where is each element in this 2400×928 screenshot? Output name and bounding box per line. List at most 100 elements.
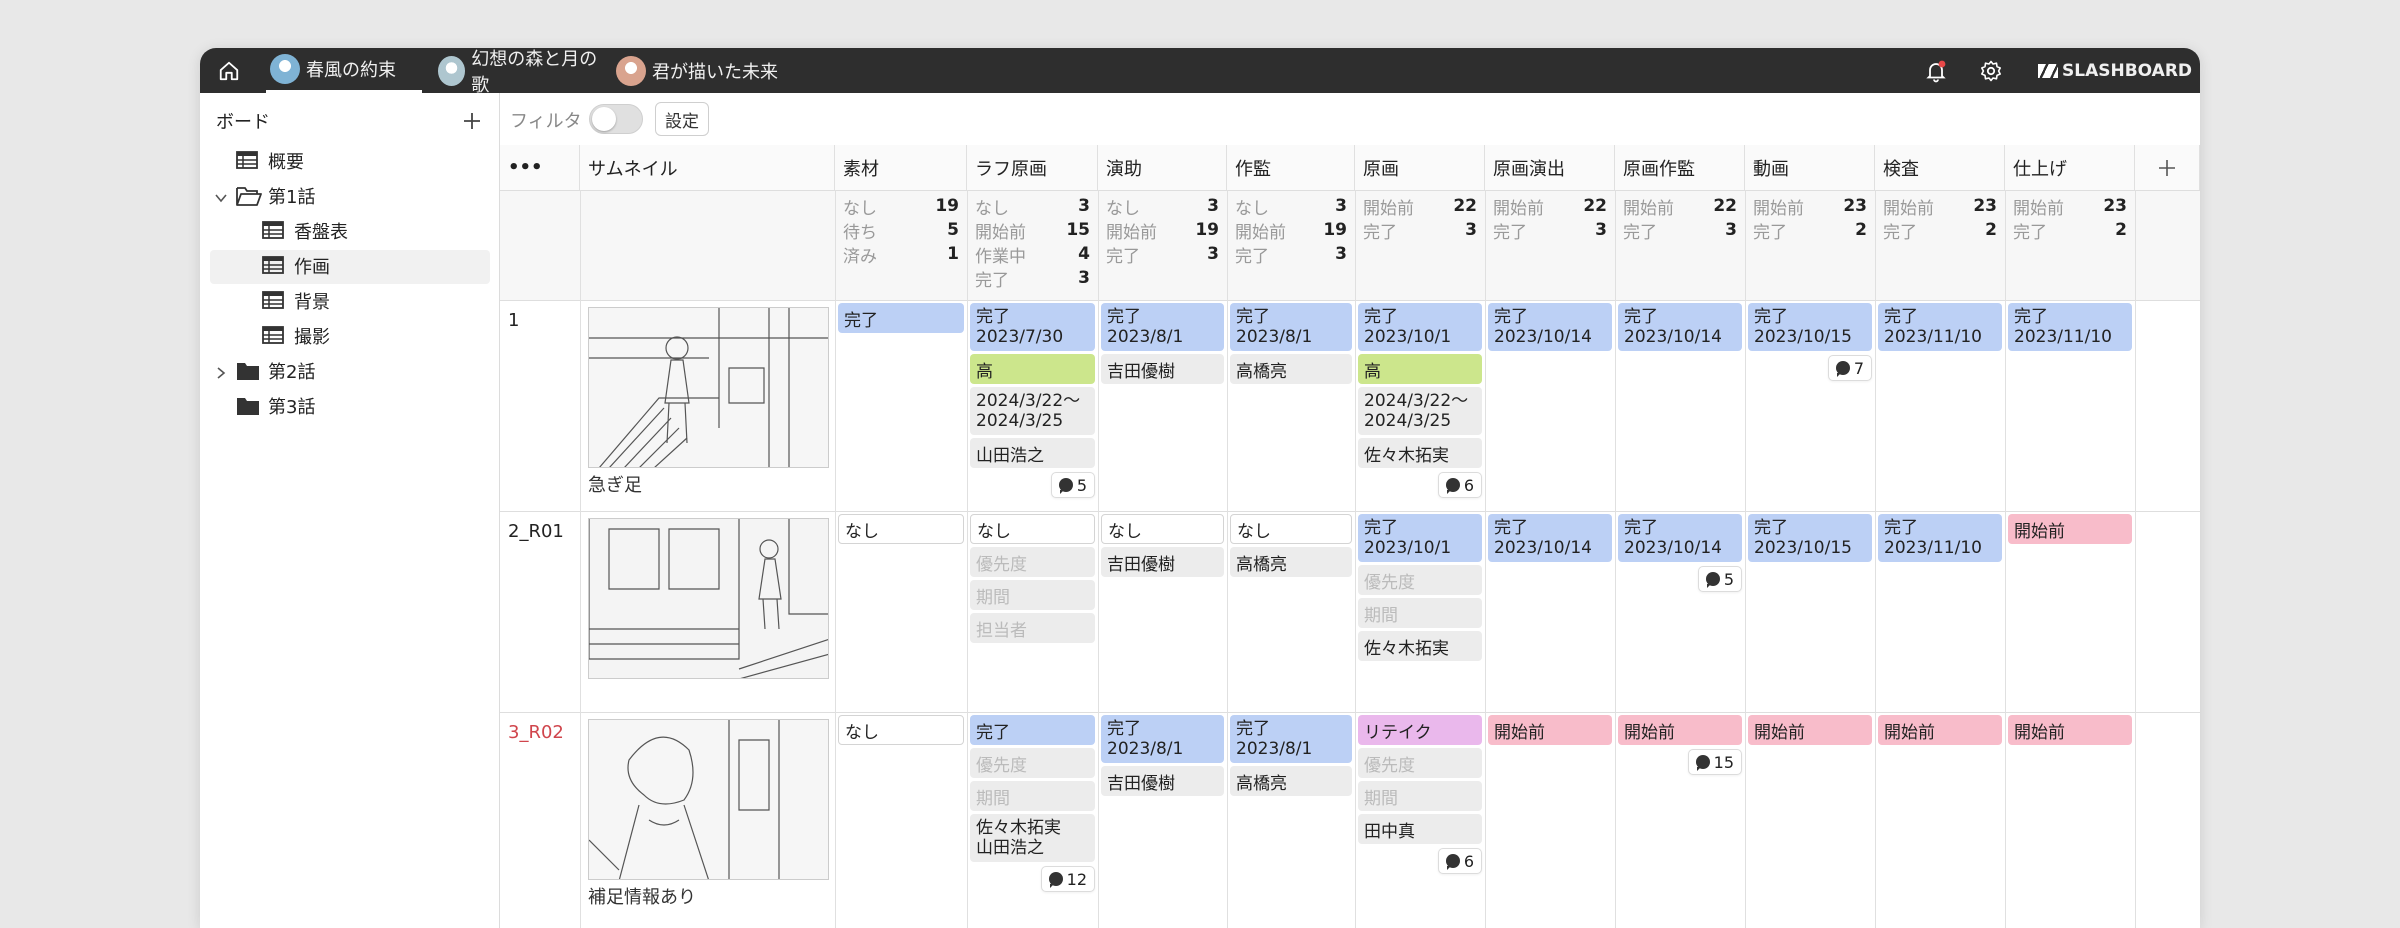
comment-button[interactable]: 12 bbox=[1040, 866, 1095, 892]
filter-toggle[interactable] bbox=[589, 104, 643, 134]
status-chip[interactable]: 完了 2023/10/14 bbox=[1488, 303, 1612, 351]
status-chip[interactable]: 開始前 bbox=[2008, 715, 2132, 745]
placeholder-chip[interactable]: 期間 bbox=[970, 580, 1095, 610]
row-name[interactable]: 2_R01 bbox=[508, 521, 564, 542]
status-chip[interactable]: 開始前 bbox=[1748, 715, 1872, 745]
placeholder-chip[interactable]: 優先度 bbox=[970, 748, 1095, 778]
placeholder-chip[interactable]: 優先度 bbox=[1358, 565, 1482, 595]
status-chip[interactable]: 開始前 bbox=[1618, 715, 1742, 745]
thumbnail-image[interactable] bbox=[588, 307, 829, 468]
comment-button[interactable]: 5 bbox=[1697, 566, 1742, 592]
column-header-10[interactable]: 仕上げ bbox=[2005, 145, 2135, 190]
info-chip[interactable]: 佐々木拓実 bbox=[1358, 438, 1482, 468]
status-chip[interactable]: 完了 2023/10/1 bbox=[1358, 303, 1482, 351]
status-chip[interactable]: 完了 2023/10/14 bbox=[1618, 514, 1742, 562]
status-chip[interactable]: 完了 2023/11/10 bbox=[1878, 514, 2002, 562]
row-name[interactable]: 3_R02 bbox=[508, 722, 564, 743]
info-chip[interactable]: 吉田優樹 bbox=[1101, 766, 1224, 796]
settings-button[interactable]: 設定 bbox=[655, 102, 709, 136]
status-chip[interactable]: リテイク bbox=[1358, 715, 1482, 745]
status-chip[interactable]: なし bbox=[1230, 514, 1352, 544]
status-chip[interactable]: 完了 2023/7/30 bbox=[970, 303, 1095, 351]
placeholder-chip[interactable]: 期間 bbox=[1358, 781, 1482, 811]
info-chip[interactable]: 佐々木拓実 山田浩之 bbox=[970, 814, 1095, 862]
info-chip[interactable]: 田中真 bbox=[1358, 814, 1482, 844]
column-header-2[interactable]: ラフ原画 bbox=[967, 145, 1098, 190]
status-chip[interactable]: 完了 2023/10/14 bbox=[1618, 303, 1742, 351]
status-chip[interactable]: 完了 2023/10/14 bbox=[1488, 514, 1612, 562]
thumbnail-image[interactable] bbox=[588, 719, 829, 880]
info-chip[interactable]: 山田浩之 bbox=[970, 438, 1095, 468]
status-chip[interactable]: なし bbox=[970, 514, 1095, 544]
sidebar-item-8[interactable]: 第3話 bbox=[236, 392, 315, 420]
column-header-1[interactable]: 素材 bbox=[835, 145, 967, 190]
chip-text: 開始前 bbox=[1884, 722, 1935, 743]
sidebar-item-4[interactable]: 作画 bbox=[262, 252, 330, 280]
status-chip[interactable]: なし bbox=[838, 715, 964, 745]
row-name[interactable]: 1 bbox=[508, 310, 519, 331]
more-menu[interactable]: ••• bbox=[500, 145, 580, 190]
status-chip[interactable]: 完了 2023/10/1 bbox=[1358, 514, 1482, 562]
column-header-4[interactable]: 作監 bbox=[1227, 145, 1355, 190]
placeholder-chip[interactable]: 優先度 bbox=[1358, 748, 1482, 778]
sidebar-item-7[interactable]: 第2話 bbox=[217, 357, 315, 385]
priority-chip[interactable]: 高 bbox=[970, 354, 1095, 384]
info-chip[interactable]: 吉田優樹 bbox=[1101, 547, 1224, 577]
comment-count: 7 bbox=[1853, 358, 1864, 378]
info-chip[interactable]: 吉田優樹 bbox=[1101, 354, 1224, 384]
comment-button[interactable]: 5 bbox=[1050, 472, 1095, 498]
placeholder-chip[interactable]: 担当者 bbox=[970, 613, 1095, 643]
info-chip[interactable]: 高橋亮 bbox=[1230, 766, 1352, 796]
chevron-icon[interactable] bbox=[214, 364, 228, 379]
column-header-7[interactable]: 原画作監 bbox=[1615, 145, 1745, 190]
home-icon[interactable] bbox=[214, 48, 244, 93]
column-header-6[interactable]: 原画演出 bbox=[1485, 145, 1615, 190]
status-chip[interactable]: 完了 bbox=[838, 303, 964, 333]
chevron-icon[interactable] bbox=[214, 189, 228, 203]
status-chip[interactable]: 完了 bbox=[970, 715, 1095, 745]
column-header-8[interactable]: 動画 bbox=[1745, 145, 1875, 190]
status-chip[interactable]: 完了 2023/8/1 bbox=[1230, 303, 1352, 351]
status-chip[interactable]: 開始前 bbox=[1488, 715, 1612, 745]
status-chip[interactable]: 完了 2023/8/1 bbox=[1101, 303, 1224, 351]
comment-button[interactable]: 15 bbox=[1687, 749, 1742, 775]
sidebar-item-3[interactable]: 香盤表 bbox=[262, 217, 348, 245]
placeholder-chip[interactable]: 優先度 bbox=[970, 547, 1095, 577]
column-header-5[interactable]: 原画 bbox=[1355, 145, 1485, 190]
priority-chip[interactable]: 高 bbox=[1358, 354, 1482, 384]
info-chip[interactable]: 2024/3/22〜 2024/3/25 bbox=[1358, 387, 1482, 435]
sidebar-item-1[interactable]: 概要 bbox=[236, 147, 304, 175]
column-header-3[interactable]: 演助 bbox=[1098, 145, 1227, 190]
status-chip[interactable]: 完了 2023/10/15 bbox=[1748, 303, 1872, 351]
info-chip[interactable]: 2024/3/22〜 2024/3/25 bbox=[970, 387, 1095, 435]
status-chip[interactable]: 完了 2023/11/10 bbox=[2008, 303, 2132, 351]
status-chip[interactable]: 完了 2023/8/1 bbox=[1230, 715, 1352, 763]
tab-3[interactable]: 君が描いた未来 bbox=[612, 48, 782, 93]
comment-button[interactable]: 6 bbox=[1437, 472, 1482, 498]
status-chip[interactable]: なし bbox=[838, 514, 964, 544]
placeholder-chip[interactable]: 期間 bbox=[1358, 598, 1482, 628]
status-chip[interactable]: 完了 2023/10/15 bbox=[1748, 514, 1872, 562]
info-chip[interactable]: 高橋亮 bbox=[1230, 354, 1352, 384]
info-chip[interactable]: 佐々木拓実 bbox=[1358, 631, 1482, 661]
sidebar-item-5[interactable]: 背景 bbox=[262, 287, 330, 315]
status-chip[interactable]: 完了 2023/11/10 bbox=[1878, 303, 2002, 351]
sidebar-item-2[interactable]: 第1話 bbox=[215, 182, 315, 210]
gear-icon[interactable] bbox=[1977, 48, 2005, 93]
tab-1[interactable]: 春風の約束 bbox=[266, 48, 422, 93]
thumbnail-image[interactable] bbox=[588, 518, 829, 679]
comment-button[interactable]: 7 bbox=[1827, 355, 1872, 381]
info-chip[interactable]: 高橋亮 bbox=[1230, 547, 1352, 577]
status-chip[interactable]: 開始前 bbox=[1878, 715, 2002, 745]
sidebar-item-6[interactable]: 撮影 bbox=[262, 322, 330, 350]
status-chip[interactable]: 完了 2023/8/1 bbox=[1101, 715, 1224, 763]
add-board-button[interactable] bbox=[462, 107, 482, 135]
placeholder-chip[interactable]: 期間 bbox=[970, 781, 1095, 811]
column-header-9[interactable]: 検査 bbox=[1875, 145, 2005, 190]
status-chip[interactable]: 開始前 bbox=[2008, 514, 2132, 544]
bell-icon[interactable] bbox=[1922, 48, 1950, 93]
add-column-button[interactable] bbox=[2135, 145, 2200, 190]
comment-button[interactable]: 6 bbox=[1437, 848, 1482, 874]
tab-2[interactable]: 幻想の森と月の歌 bbox=[434, 48, 602, 96]
status-chip[interactable]: なし bbox=[1101, 514, 1224, 544]
